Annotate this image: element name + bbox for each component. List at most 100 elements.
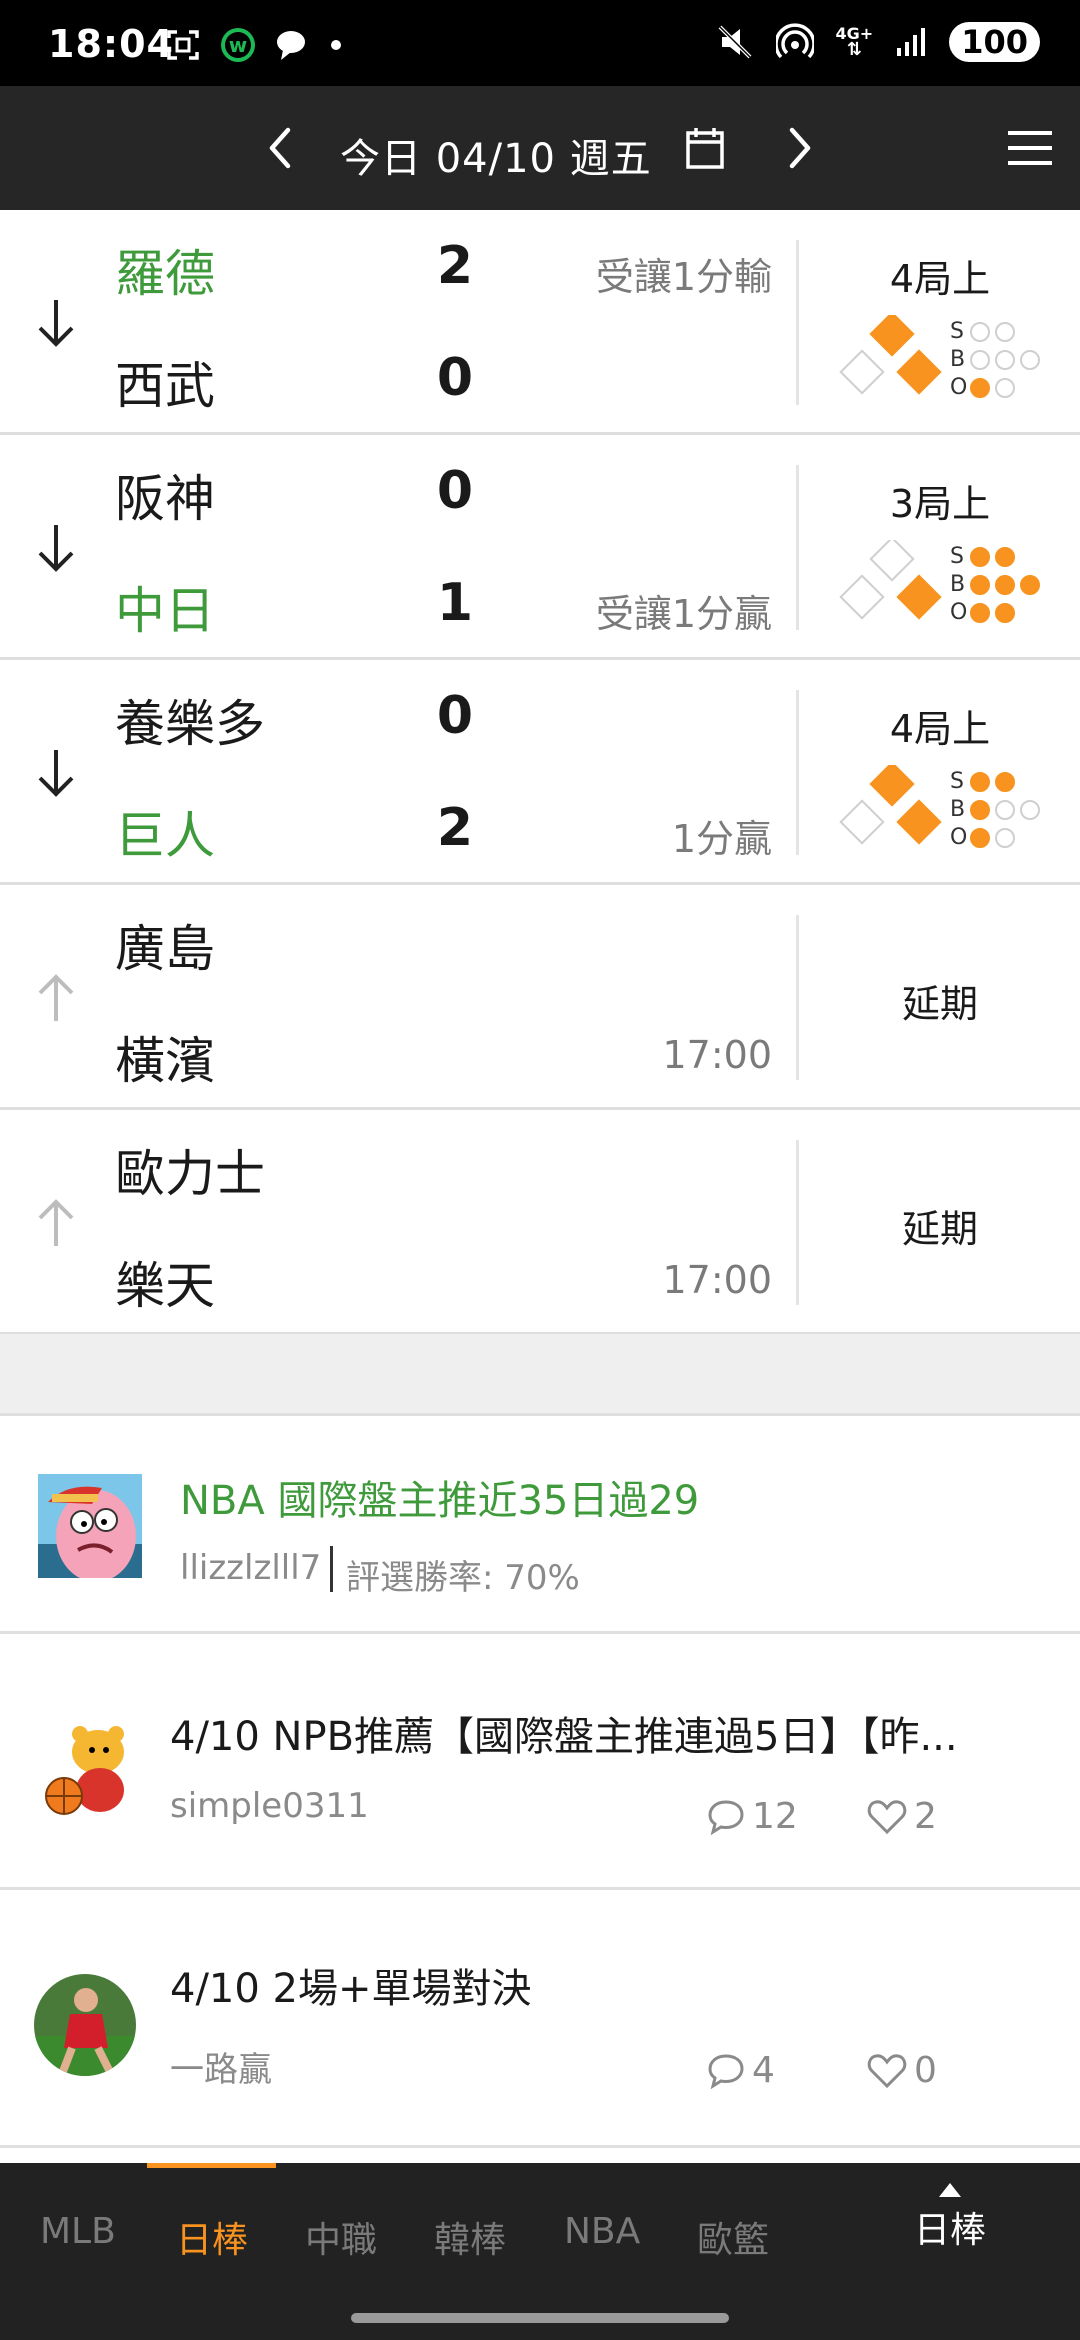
status-time: 18:04 xyxy=(48,22,174,66)
handicap-result: 受讓1分輸 xyxy=(595,255,772,299)
home-indicator[interactable] xyxy=(351,2313,729,2323)
divider xyxy=(796,1140,799,1305)
post-item[interactable]: 4/10 NPB推薦【國際盤主推連過5日】【昨... simple0311 12… xyxy=(0,1634,1080,1890)
handicap-result: 1分贏 xyxy=(671,817,772,861)
away-team: 養樂多 xyxy=(115,695,265,753)
arrow-down-icon xyxy=(38,300,74,347)
game-row[interactable]: 羅德 西武 2 0 受讓1分輸 4局上 S B O xyxy=(0,210,1080,435)
comment-count-value: 12 xyxy=(752,1796,798,1837)
sbo-count: S B O xyxy=(950,768,1050,852)
tab-mlb[interactable]: MLB xyxy=(40,2211,116,2252)
cartoon-starfish-avatar xyxy=(38,1474,142,1578)
away-team: 歐力士 xyxy=(115,1145,265,1203)
network-icon: 4G+ ⇅ xyxy=(835,24,874,60)
away-team: 羅德 xyxy=(115,245,215,303)
bases-diamond-icon xyxy=(839,315,942,395)
arrow-down-icon xyxy=(38,750,74,797)
divider xyxy=(796,240,799,405)
post-item[interactable]: NBA 國際盤主推近35日過29 llizzlzlll7 評選勝率: 70% xyxy=(0,1416,1080,1634)
comment-icon xyxy=(708,1799,744,1835)
calendar-icon[interactable] xyxy=(685,126,725,170)
like-count[interactable]: 0 xyxy=(866,2050,937,2091)
handicap-result: 受讓1分贏 xyxy=(595,592,772,636)
away-score: 0 xyxy=(436,686,474,746)
status-bar: 18:04 w 4G+ ⇅ 100 xyxy=(0,0,1080,86)
game-row[interactable]: 阪神 中日 0 1 受讓1分贏 3局上 S B O xyxy=(0,435,1080,660)
date-title[interactable]: 今日 04/10 週五 xyxy=(340,126,652,184)
current-league-button[interactable]: 日棒 xyxy=(910,2183,990,2253)
divider xyxy=(796,690,799,855)
comment-icon xyxy=(708,2053,744,2089)
home-team: 樂天 xyxy=(115,1257,215,1315)
heart-icon xyxy=(867,1799,907,1834)
inning-label: 3局上 xyxy=(889,482,991,526)
tab-euro-basketball[interactable]: 歐籃 xyxy=(697,2211,769,2263)
date-header: 今日 04/10 週五 xyxy=(0,86,1080,210)
post-author: llizzlzlll7 xyxy=(180,1548,322,1588)
hamburger-menu-icon[interactable] xyxy=(1006,130,1054,166)
game-row[interactable]: 養樂多 巨人 0 2 1分贏 4局上 S B O xyxy=(0,660,1080,885)
home-team: 中日 xyxy=(115,582,215,640)
win-rate: 評選勝率: 70% xyxy=(346,1558,580,1598)
inning-label: 4局上 xyxy=(889,707,991,751)
inning-label: 4局上 xyxy=(889,257,991,301)
home-score: 0 xyxy=(436,348,474,408)
start-time: 17:00 xyxy=(662,1258,772,1302)
game-row[interactable]: 廣島 橫濱 17:00 延期 xyxy=(0,885,1080,1110)
svg-text:w: w xyxy=(229,33,247,57)
like-count-value: 0 xyxy=(914,2050,937,2091)
tab-cpbl[interactable]: 中職 xyxy=(305,2211,377,2263)
bases-diamond-icon xyxy=(839,765,942,845)
soccer-player-avatar xyxy=(34,1974,136,2076)
section-separator xyxy=(0,1334,1080,1416)
game-status: 延期 xyxy=(901,1207,978,1251)
chevron-right-icon[interactable] xyxy=(780,122,820,174)
divider xyxy=(796,465,799,630)
away-score: 2 xyxy=(436,236,474,296)
like-count[interactable]: 2 xyxy=(866,1796,937,1837)
home-score: 1 xyxy=(436,573,474,633)
arrow-down-icon xyxy=(38,525,74,572)
like-count-value: 2 xyxy=(914,1796,937,1837)
home-team: 巨人 xyxy=(115,807,215,865)
bear-basketball-avatar xyxy=(34,1714,142,1822)
chevron-left-icon[interactable] xyxy=(260,122,300,174)
comment-count-value: 4 xyxy=(752,2050,775,2091)
home-score: 2 xyxy=(436,798,474,858)
away-score: 0 xyxy=(436,461,474,521)
meta-divider xyxy=(330,1546,333,1592)
tab-kbo[interactable]: 韓棒 xyxy=(434,2211,506,2263)
sbo-count: S B O xyxy=(950,543,1050,627)
bases-diamond-icon xyxy=(839,540,942,620)
heart-icon xyxy=(867,2053,907,2088)
current-league-label: 日棒 xyxy=(913,2210,986,2251)
post-author: 一路贏 xyxy=(170,2050,272,2090)
start-time: 17:00 xyxy=(662,1033,772,1077)
arrow-up-icon xyxy=(38,974,74,1021)
comment-count: 12 xyxy=(706,1796,798,1837)
tab-npb[interactable]: 日棒 xyxy=(176,2211,248,2263)
triangle-up-icon xyxy=(939,2183,961,2197)
post-title: NBA 國際盤主推近35日過29 xyxy=(180,1478,700,1524)
sbo-count: S B O xyxy=(950,318,1050,402)
home-team: 橫濱 xyxy=(115,1032,215,1090)
active-tab-indicator xyxy=(147,2163,276,2168)
screenshot-icon xyxy=(167,30,199,60)
app-w-icon: w xyxy=(221,28,255,62)
battery-icon: 100 xyxy=(949,22,1040,62)
home-team: 西武 xyxy=(115,357,215,415)
mute-icon xyxy=(718,25,751,59)
dot-icon xyxy=(331,40,341,50)
game-row[interactable]: 歐力士 樂天 17:00 延期 xyxy=(0,1110,1080,1335)
post-item[interactable]: 4/10 2場+單場對決 一路贏 4 0 xyxy=(0,1890,1080,2148)
tab-nba[interactable]: NBA xyxy=(564,2211,640,2252)
comment-count: 4 xyxy=(706,2050,775,2091)
hotspot-icon xyxy=(775,23,814,59)
divider xyxy=(796,915,799,1080)
signal-icon xyxy=(897,28,926,56)
games-list: 羅德 西武 2 0 受讓1分輸 4局上 S B O 阪神 中日 0 1 受讓1分… xyxy=(0,210,1080,1335)
post-title: 4/10 2場+單場對決 xyxy=(170,1966,532,2012)
post-author: simple0311 xyxy=(170,1786,369,1826)
game-status: 延期 xyxy=(901,982,978,1026)
chat-bubble-icon xyxy=(277,31,305,60)
